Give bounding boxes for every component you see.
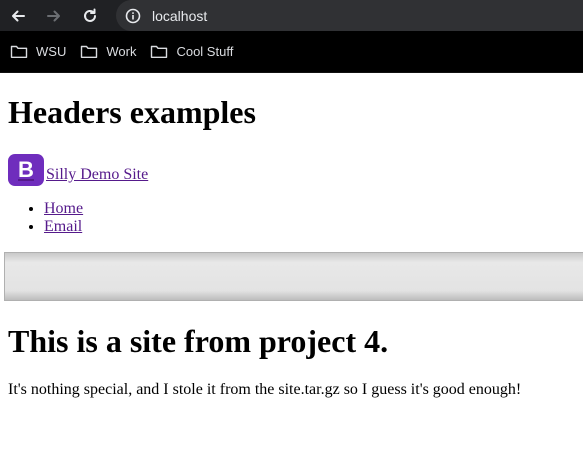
folder-icon [81,45,98,58]
nav-item-email: Email [44,218,575,236]
folder-icon [151,45,168,58]
bookmark-label: Work [106,44,137,59]
brand-link[interactable]: B Silly Demo Site [8,152,149,186]
browser-toolbar: localhost [0,0,583,31]
bookmark-label: Cool Stuff [176,44,234,59]
nav-list: Home Email [8,200,575,236]
reload-button[interactable] [72,0,108,31]
page-content: Headers examples B Silly Demo Site Home … [0,94,583,399]
gray-banner [4,251,583,301]
bookmark-folder-wsu[interactable]: WSU [3,38,73,66]
nav-link-email[interactable]: Email [44,218,82,235]
bookmark-folder-cool-stuff[interactable]: Cool Stuff [143,38,240,66]
bootstrap-logo-icon: B [8,153,44,186]
main-heading: This is a site from project 4. [8,322,389,359]
site-info-button[interactable] [120,3,146,29]
address-bar[interactable]: localhost [116,0,583,31]
url-text: localhost [152,7,208,24]
arrow-right-icon [47,10,60,21]
reload-icon [84,8,96,22]
brand-label: Silly Demo Site [46,165,149,183]
info-icon [125,8,141,23]
bookmark-label: WSU [36,44,67,59]
forward-button[interactable] [36,0,72,31]
description-text: It's nothing special, and I stole it fro… [8,380,522,398]
page-title: Headers examples [8,94,256,130]
back-button[interactable] [0,0,36,31]
bookmarks-bar: WSU Work Cool Stuff [0,31,583,73]
nav-item-home: Home [44,200,575,218]
nav-link-home[interactable]: Home [44,200,83,217]
bookmark-folder-work[interactable]: Work [73,38,143,66]
arrow-left-icon [12,10,25,21]
folder-icon [10,45,28,58]
